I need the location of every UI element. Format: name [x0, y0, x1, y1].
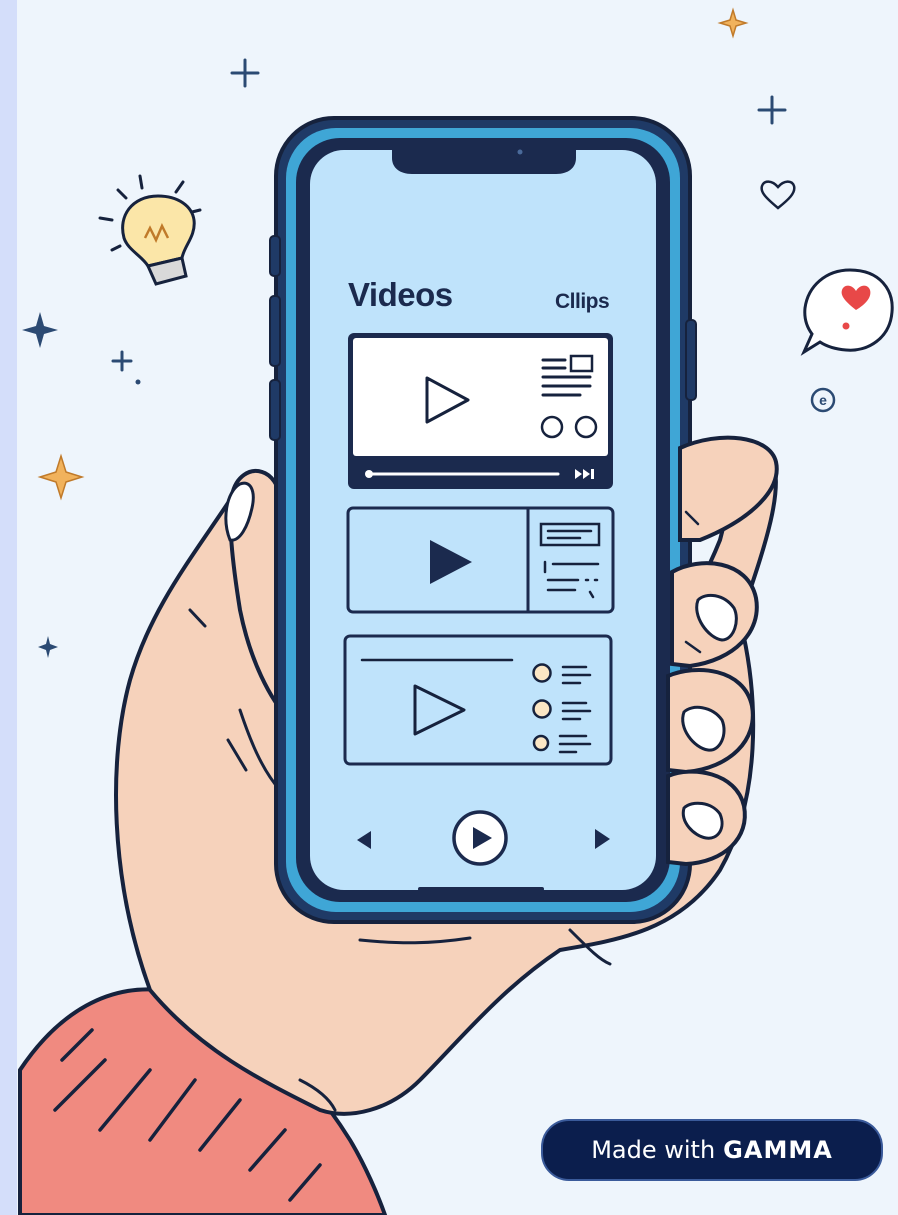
video-card[interactable]	[348, 333, 613, 489]
list-bullet-icon	[532, 734, 550, 752]
star-icon	[38, 636, 58, 658]
gamma-logo: GAMMA	[723, 1136, 833, 1164]
list-bullet-icon	[532, 699, 552, 719]
page-title: Videos	[348, 276, 453, 313]
video-card[interactable]	[343, 634, 613, 766]
video-card[interactable]	[346, 506, 615, 614]
volume-button	[269, 379, 281, 441]
illustration: e	[18, 7, 894, 1215]
svg-text:e: e	[819, 392, 827, 408]
tab-clips[interactable]: Cllips	[555, 290, 610, 314]
star-icon	[37, 453, 85, 501]
power-button	[685, 319, 697, 401]
list-bullet-icon	[532, 663, 552, 683]
star-icon	[22, 312, 58, 348]
made-with-gamma-button[interactable]: Made with GAMMA	[541, 1119, 883, 1181]
speech-bubble-icon	[800, 268, 894, 356]
fingers	[666, 435, 779, 867]
badge-prefix: Made with	[591, 1136, 716, 1164]
dot-icon	[135, 379, 141, 385]
progress-handle[interactable]	[365, 470, 373, 478]
notch	[392, 150, 576, 174]
lightbulb-icon	[98, 174, 202, 286]
volume-button	[269, 295, 281, 367]
star-icon	[717, 7, 749, 39]
heart-icon	[760, 180, 796, 210]
volume-button	[269, 235, 281, 277]
